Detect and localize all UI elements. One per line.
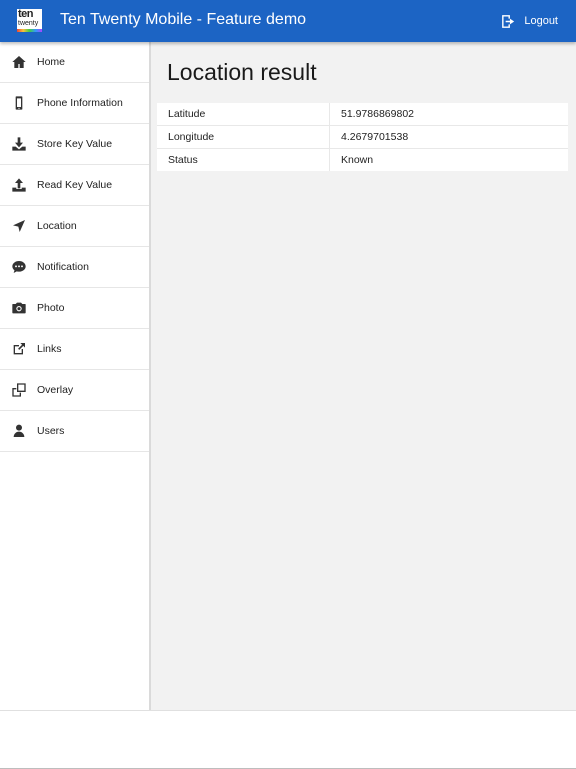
external-link-icon	[0, 341, 37, 357]
logout-button[interactable]: Logout	[500, 12, 558, 30]
sidebar-item-photo[interactable]: Photo	[0, 288, 149, 329]
main-content: Location result Latitude 51.9786869802 L…	[151, 42, 576, 710]
sidebar-item-label: Users	[37, 425, 65, 437]
sidebar-item-links[interactable]: Links	[0, 329, 149, 370]
sidebar-item-read-key-value[interactable]: Read Key Value	[0, 165, 149, 206]
chat-bubble-icon	[0, 259, 37, 275]
table-row: Longitude 4.2679701538	[157, 125, 568, 149]
sidebar-item-label: Location	[37, 220, 77, 232]
page-title: Location result	[167, 59, 317, 85]
table-row: Status Known	[157, 148, 568, 171]
location-result-table: Latitude 51.9786869802 Longitude 4.26797…	[157, 103, 568, 171]
phone-icon	[0, 95, 37, 111]
sidebar-item-label: Overlay	[37, 384, 74, 396]
row-key: Longitude	[157, 125, 330, 149]
sidebar-item-label: Links	[37, 343, 62, 355]
logout-label: Logout	[524, 15, 558, 27]
app-logo: ten twenty	[17, 9, 42, 32]
overlay-icon	[0, 382, 37, 398]
app-title: Ten Twenty Mobile - Feature demo	[60, 11, 307, 28]
sidebar-item-location[interactable]: Location	[0, 206, 149, 247]
sidebar-item-label: Notification	[37, 261, 89, 273]
upload-icon	[0, 177, 37, 193]
sidebar-item-label: Phone Information	[37, 97, 123, 109]
sidebar-item-label: Read Key Value	[37, 179, 113, 191]
app-header: ten twenty Ten Twenty Mobile - Feature d…	[0, 0, 576, 42]
sidebar: Home Phone Information Store Key Value R…	[0, 42, 151, 710]
home-icon	[0, 54, 37, 70]
row-value: 4.2679701538	[329, 125, 568, 149]
camera-icon	[0, 300, 37, 316]
sidebar-item-label: Home	[37, 56, 66, 68]
sidebar-item-store-key-value[interactable]: Store Key Value	[0, 124, 149, 165]
sidebar-item-phone-information[interactable]: Phone Information	[0, 83, 149, 124]
sidebar-item-notification[interactable]: Notification	[0, 247, 149, 288]
sidebar-item-label: Photo	[37, 302, 65, 314]
bottom-bar	[0, 710, 576, 769]
row-value: Known	[329, 148, 568, 171]
table-row: Latitude 51.9786869802	[157, 103, 568, 126]
sidebar-item-home[interactable]: Home	[0, 42, 149, 83]
download-icon	[0, 136, 37, 152]
location-arrow-icon	[0, 218, 37, 234]
logout-icon	[502, 14, 515, 28]
user-icon	[0, 423, 37, 439]
sidebar-item-users[interactable]: Users	[0, 411, 149, 452]
row-value: 51.9786869802	[341, 108, 414, 120]
sidebar-item-label: Store Key Value	[37, 138, 113, 150]
row-key: Latitude	[157, 103, 330, 126]
sidebar-item-overlay[interactable]: Overlay	[0, 370, 149, 411]
row-key: Status	[157, 148, 330, 171]
